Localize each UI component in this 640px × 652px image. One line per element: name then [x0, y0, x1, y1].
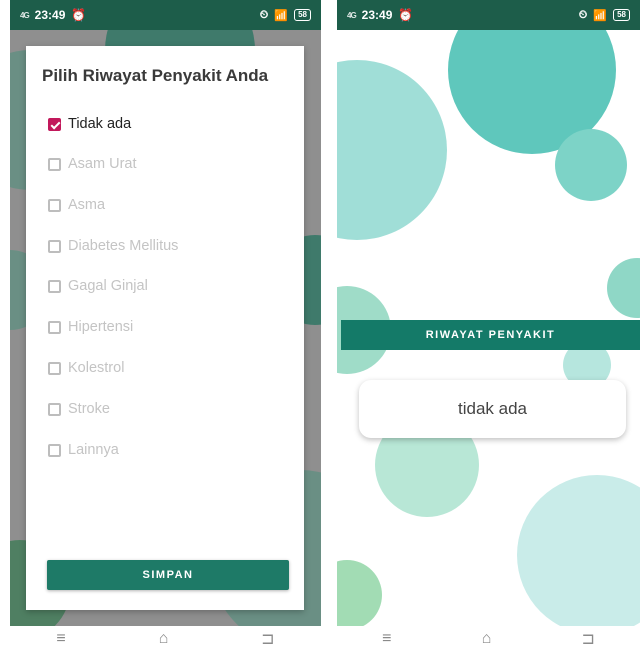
- checkbox-icon[interactable]: [48, 361, 61, 375]
- network-indicator: 4G: [20, 10, 30, 20]
- checkbox-icon[interactable]: [48, 198, 61, 212]
- status-time: 23:49: [361, 8, 393, 22]
- status-bar: 4G 23:49 ⏰ ⏲ 📶 58: [10, 0, 321, 30]
- alarm-icon: ⏰: [398, 8, 414, 22]
- nav-bar: ≡ ⌂ ⊐: [337, 626, 640, 652]
- option-label: Tidak ada: [68, 116, 132, 132]
- disease-history-value[interactable]: tidak ada: [359, 380, 626, 438]
- nav-bar: ≡ ⌂ ⊐: [10, 626, 321, 652]
- save-button[interactable]: SIMPAN: [47, 560, 289, 590]
- dialog-title: Pilih Riwayat Penyakit Anda: [42, 66, 269, 85]
- option-tidak-ada[interactable]: Tidak ada: [48, 113, 131, 135]
- back-icon[interactable]: ⊐: [261, 629, 274, 649]
- status-bar: 4G 23:49 ⏰ ⏲ 📶 58: [337, 0, 640, 30]
- checkbox-icon[interactable]: [48, 157, 61, 171]
- alarm-clock-icon: ⏲: [578, 8, 588, 21]
- back-icon[interactable]: ⊐: [581, 629, 594, 649]
- option-label: Asam Urat: [68, 156, 137, 172]
- checkbox-icon[interactable]: [48, 239, 61, 253]
- section-header: RIWAYAT PENYAKIT: [341, 320, 640, 350]
- option-label: Gagal Ginjal: [68, 278, 148, 294]
- option-asam-urat[interactable]: Asam Urat: [48, 153, 137, 175]
- option-kolestrol[interactable]: Kolestrol: [48, 357, 124, 379]
- phone-right-screen: 4G 23:49 ⏰ ⏲ 📶 58 RIWAYAT PENYAKIT tidak…: [337, 0, 640, 652]
- checkbox-icon[interactable]: [48, 402, 61, 416]
- option-gagal-ginjal[interactable]: Gagal Ginjal: [48, 275, 148, 297]
- home-icon[interactable]: ⌂: [482, 630, 492, 648]
- option-lainnya[interactable]: Lainnya: [48, 439, 119, 461]
- option-hipertensi[interactable]: Hipertensi: [48, 316, 133, 338]
- alarm-clock-icon: ⏲: [259, 8, 269, 21]
- option-asma[interactable]: Asma: [48, 194, 105, 216]
- battery-icon: 58: [613, 9, 630, 21]
- option-label: Diabetes Mellitus: [68, 238, 179, 254]
- phone-left-screen: 4G 23:49 ⏰ ⏲ 📶 58 Pilih Riwayat Penyakit…: [10, 0, 321, 652]
- battery-icon: 58: [294, 9, 311, 21]
- checkbox-icon[interactable]: [48, 443, 61, 457]
- option-label: Hipertensi: [68, 319, 134, 335]
- wifi-icon: 📶: [593, 9, 608, 22]
- home-icon[interactable]: ⌂: [159, 630, 169, 648]
- menu-icon[interactable]: ≡: [56, 630, 65, 648]
- alarm-icon: ⏰: [71, 8, 87, 22]
- checkbox-icon[interactable]: [48, 279, 61, 293]
- option-label: Asma: [68, 197, 106, 213]
- option-stroke[interactable]: Stroke: [48, 398, 110, 420]
- checkbox-checked-icon[interactable]: [48, 117, 61, 131]
- menu-icon[interactable]: ≡: [382, 630, 391, 648]
- status-time: 23:49: [34, 8, 66, 22]
- checkbox-icon[interactable]: [48, 320, 61, 334]
- option-label: Kolestrol: [68, 360, 125, 376]
- disease-history-dialog: Pilih Riwayat Penyakit Anda Tidak ada As…: [26, 46, 304, 610]
- wifi-icon: 📶: [274, 9, 289, 22]
- option-label: Stroke: [68, 401, 110, 417]
- option-label: Lainnya: [68, 442, 119, 458]
- network-indicator: 4G: [347, 10, 357, 20]
- option-diabetes-mellitus[interactable]: Diabetes Mellitus: [48, 235, 178, 257]
